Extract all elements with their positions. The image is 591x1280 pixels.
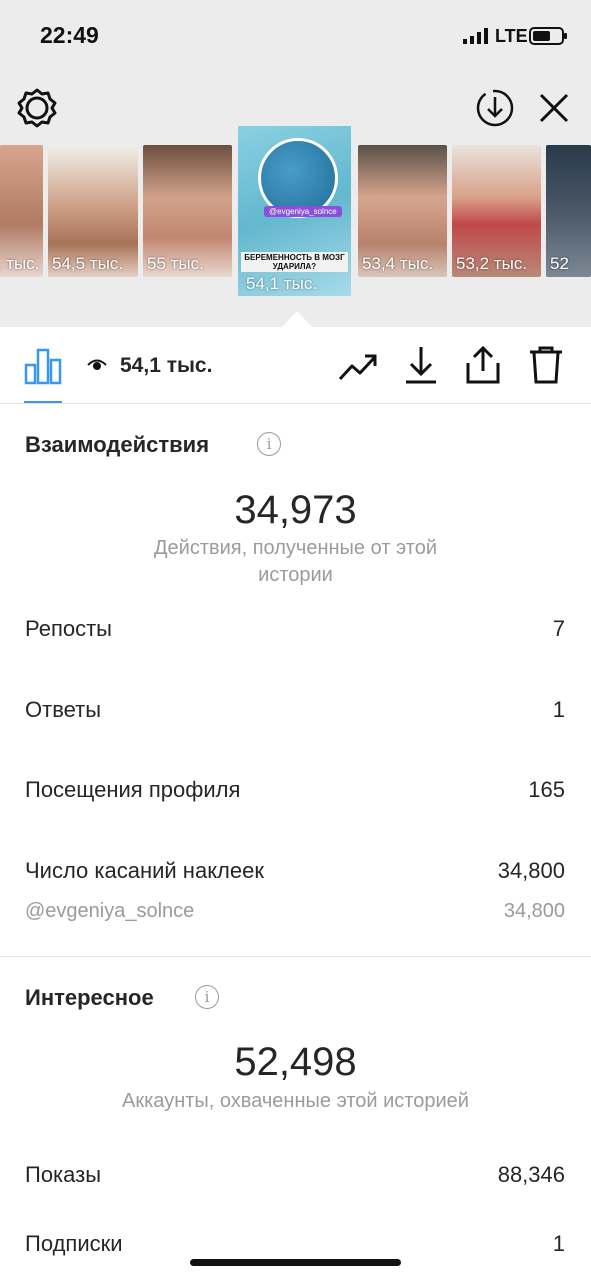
close-icon[interactable] (534, 88, 574, 128)
network-label: LTE (495, 26, 528, 46)
download-icon[interactable] (403, 345, 439, 385)
insights-toolbar: 54,1 тыс. (0, 327, 591, 404)
share-icon[interactable] (465, 345, 501, 385)
story-views: 53,2 тыс. (456, 254, 528, 273)
status-bar: 22:49 LTE (0, 0, 591, 72)
story-thumbnail[interactable]: 55 тыс. (143, 145, 232, 277)
sticker-handle-value: 34,800 (503, 900, 565, 922)
story-views: 1 тыс. (0, 254, 40, 273)
discovery-caption: Аккаунты, охваченные этой историей (122, 1090, 469, 1112)
active-tab-indicator (24, 401, 62, 403)
reposts-label: Репосты (25, 616, 112, 641)
replies-label: Ответы (25, 697, 102, 722)
follows-value: 1 (552, 1231, 565, 1256)
status-time: 22:49 (40, 22, 99, 48)
bar-chart-icon[interactable] (24, 347, 62, 385)
story-views: 53,4 тыс. (362, 254, 434, 273)
story-thumbnail[interactable]: 1 тыс. (0, 145, 43, 277)
story-views: 54,5 тыс. (52, 254, 124, 273)
story-views: 52 (550, 254, 569, 273)
interactions-caption: Действия, полученные от этой истории (153, 537, 437, 586)
eye-icon (87, 359, 107, 370)
discovery-title: Интересное (25, 985, 154, 1010)
views-count: 54,1 тыс. (120, 354, 213, 377)
signal-icon (463, 28, 488, 44)
stories-header: 22:49 LTE 1 тыс. 54,5 тыс. (0, 0, 591, 327)
sticker-handle-label: @evgeniya_solnce (25, 900, 195, 922)
section-divider (0, 956, 591, 957)
battery-icon (529, 27, 567, 45)
trash-icon[interactable] (528, 345, 564, 385)
impressions-value: 88,346 (497, 1162, 565, 1187)
selection-caret (282, 311, 312, 327)
info-icon[interactable]: i (257, 432, 281, 456)
sticker-taps-label: Число касаний наклеек (25, 858, 264, 883)
mention-sticker: @evgeniya_solnce (264, 206, 342, 217)
story-thumbnail[interactable]: 53,4 тыс. (358, 145, 447, 277)
home-indicator[interactable] (190, 1259, 401, 1266)
gear-icon[interactable] (17, 88, 57, 128)
info-icon[interactable]: i (195, 985, 219, 1009)
story-caption: БЕРЕМЕННОСТЬ В МОЗГ УДАРИЛА? (241, 252, 348, 272)
follows-label: Подписки (25, 1231, 123, 1256)
download-circle-icon[interactable] (475, 88, 515, 128)
story-thumbnail[interactable]: 54,5 тыс. (48, 145, 138, 277)
sticker-taps-value: 34,800 (497, 858, 565, 883)
trending-icon[interactable] (338, 349, 378, 383)
story-views: 55 тыс. (147, 254, 204, 273)
impressions-label: Показы (25, 1162, 102, 1187)
story-thumbnail-selected[interactable]: @evgeniya_solnce БЕРЕМЕННОСТЬ В МОЗГ УДА… (238, 126, 351, 296)
profile-visits-label: Посещения профиля (25, 777, 241, 802)
interactions-title: Взаимодействия (25, 432, 210, 457)
reposts-value: 7 (552, 616, 565, 641)
story-views: 54,1 тыс. (246, 274, 318, 293)
interactions-total: 34,973 (234, 488, 357, 532)
story-thumbnail[interactable]: 53,2 тыс. (452, 145, 541, 277)
discovery-total: 52,498 (234, 1040, 357, 1084)
story-thumbnail[interactable]: 52 (546, 145, 591, 277)
profile-visits-value: 165 (528, 777, 565, 802)
replies-value: 1 (552, 697, 565, 722)
